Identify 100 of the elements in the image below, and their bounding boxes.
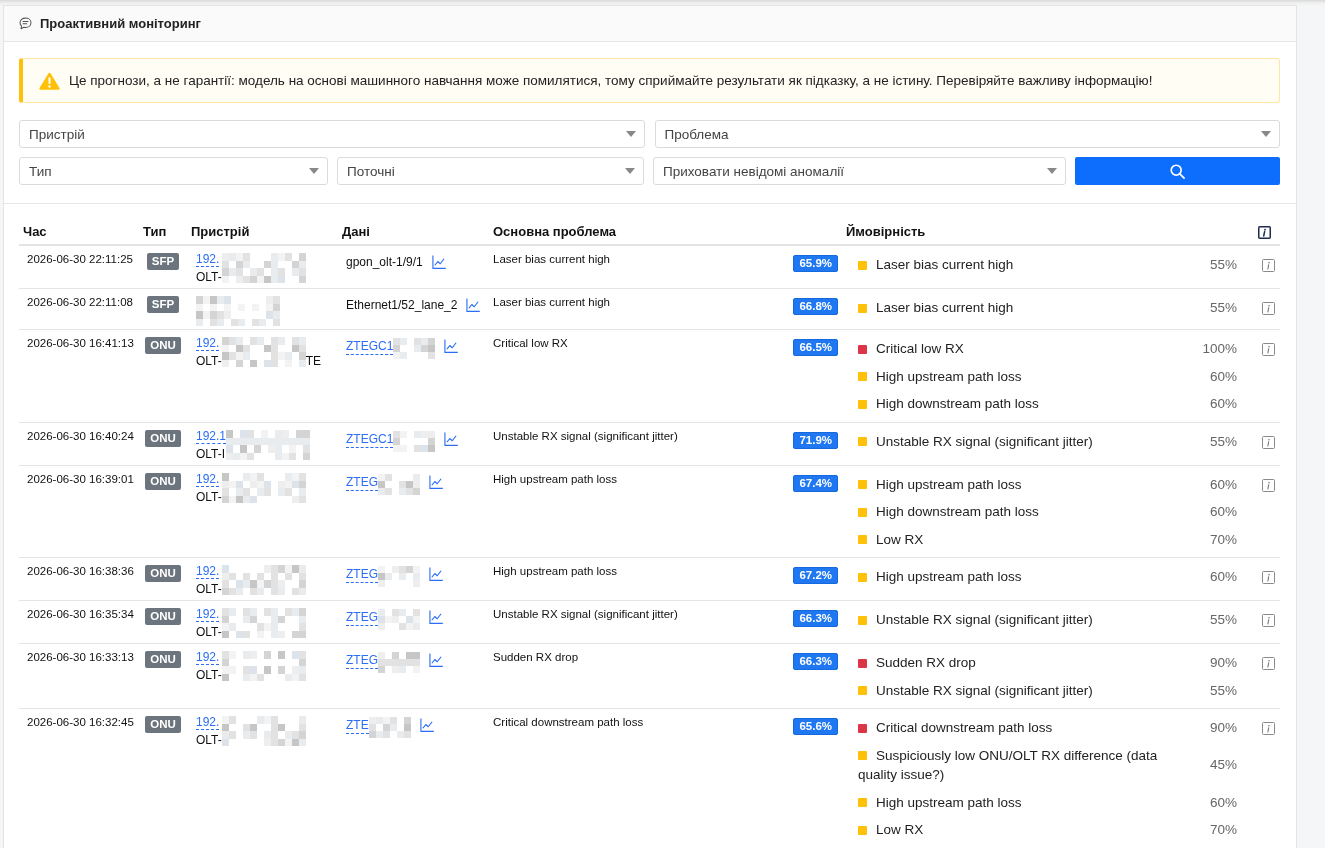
caret-icon xyxy=(625,131,636,137)
problem-text: Critical downstream path loss xyxy=(493,715,644,729)
probability-value: 70% xyxy=(1208,821,1237,839)
probability-value: 60% xyxy=(1208,568,1237,586)
probability-value: 90% xyxy=(1208,654,1237,672)
problem-text: Sudden RX drop xyxy=(493,650,579,664)
device-name: OLT- xyxy=(196,732,222,748)
time-text: 2026-06-30 16:39:01 xyxy=(27,472,134,485)
device-ip-link[interactable]: 192. xyxy=(196,715,220,730)
time-text: 2026-06-30 16:41:13 xyxy=(27,337,134,349)
probability-value: 55% xyxy=(1208,299,1237,317)
probability-value: 60% xyxy=(1208,475,1237,494)
device-name: OLT- xyxy=(196,581,222,597)
device-name: OLT- xyxy=(196,488,222,505)
issue-label: Unstable RX signal (significant jitter) xyxy=(876,433,1093,449)
caret-icon xyxy=(1261,131,1271,137)
probability-value: 60% xyxy=(1208,503,1237,521)
device-ip-link[interactable]: 192. xyxy=(196,607,220,622)
caret-icon xyxy=(1047,168,1057,174)
time-text: 2026-06-30 16:35:34 xyxy=(27,608,134,620)
interface-name: gpon_olt-1/9/1 xyxy=(346,254,423,271)
type-badge: ONU xyxy=(145,337,181,354)
filter-select[interactable]: Поточні xyxy=(337,157,644,185)
issue-label: Laser bias current high xyxy=(876,257,1014,272)
time-text: 2026-06-30 16:38:36 xyxy=(27,565,134,577)
column-header: Основна проблема xyxy=(492,224,618,240)
device-name: TE xyxy=(305,353,322,369)
filter-select[interactable]: Приховати невідомі аномалії xyxy=(653,157,1066,185)
score-badge: 67.4% xyxy=(793,474,838,492)
probability-value: 55% xyxy=(1208,611,1237,629)
device-ip-link[interactable]: 192. xyxy=(196,471,220,487)
issue-label: Unstable RX signal (significant jitter) xyxy=(876,612,1093,627)
score-badge: 66.8% xyxy=(793,298,838,315)
caret-icon xyxy=(625,168,635,174)
time-text: 2026-06-30 22:11:08 xyxy=(27,296,133,308)
line-chart-icon[interactable] xyxy=(444,339,459,353)
device-ip-link[interactable]: 192. xyxy=(196,336,220,351)
issue-label: High upstream path loss xyxy=(876,476,1022,492)
issue-label: Critical downstream path loss xyxy=(876,720,1053,735)
device-name: OLT- xyxy=(196,667,222,683)
device-name: OLT- xyxy=(196,353,222,369)
type-badge: SFP xyxy=(146,253,180,270)
line-chart-icon[interactable] xyxy=(429,474,443,489)
device-ip-link[interactable]: 192. xyxy=(196,650,220,665)
device-ip-link[interactable]: 192. xyxy=(196,564,220,579)
chat-bubble-icon xyxy=(19,17,32,30)
score-badge: 66.3% xyxy=(793,610,838,627)
line-chart-icon[interactable] xyxy=(419,718,434,732)
problem-text: Critical low RX xyxy=(493,336,568,350)
problem-text: High upstream path loss xyxy=(493,471,617,486)
device-name: OLT- xyxy=(196,269,222,285)
issue-label: High downstream path loss xyxy=(876,504,1039,519)
pixelated-block xyxy=(378,652,420,673)
issue-label: Suspiciously low ONU/OLT RX difference (data quality issue?) xyxy=(858,747,1158,782)
line-chart-icon[interactable] xyxy=(429,567,443,581)
probability-value: 60% xyxy=(1208,395,1237,413)
issue-label: Laser bias current high xyxy=(876,300,1014,315)
caret-icon xyxy=(309,168,319,174)
line-chart-icon[interactable] xyxy=(466,298,481,312)
issue-label: Critical low RX xyxy=(876,341,964,356)
filter-select[interactable]: Тип xyxy=(19,157,328,185)
column-header: Час xyxy=(22,224,48,240)
issue-label: High downstream path loss xyxy=(876,396,1039,411)
pixelated-block xyxy=(378,566,420,587)
filter-select[interactable]: Проблема xyxy=(654,120,1280,148)
type-badge: ONU xyxy=(145,608,181,625)
probability-value: 55% xyxy=(1208,432,1237,451)
line-chart-icon[interactable] xyxy=(429,610,443,624)
issue-label: High upstream path loss xyxy=(876,569,1022,584)
issue-label: Unstable RX signal (significant jitter) xyxy=(876,682,1093,698)
pixelated-block xyxy=(378,473,420,495)
type-badge: ONU xyxy=(145,716,181,733)
issue-label: High upstream path loss xyxy=(876,368,1022,384)
probability-value: 60% xyxy=(1208,793,1237,812)
column-header: Тип xyxy=(142,224,168,240)
filter-select[interactable]: Пристрій xyxy=(19,120,645,148)
info-icon[interactable] xyxy=(1258,225,1271,239)
probability-value: 70% xyxy=(1208,530,1237,549)
onu-link[interactable]: ZTE xyxy=(346,717,369,734)
line-chart-icon[interactable] xyxy=(429,653,443,667)
issue-label: High upstream path loss xyxy=(876,794,1022,810)
warning-icon xyxy=(39,71,60,90)
type-badge: SFP xyxy=(146,296,180,313)
column-header: Ймовірність xyxy=(845,224,927,240)
problem-text: Unstable RX signal (significant jitter) xyxy=(493,607,678,621)
time-text: 2026-06-30 22:11:25 xyxy=(27,253,133,265)
line-chart-icon[interactable] xyxy=(444,431,459,446)
time-text: 2026-06-30 16:33:13 xyxy=(27,651,134,663)
line-chart-icon[interactable] xyxy=(431,255,446,269)
score-badge: 66.3% xyxy=(793,653,838,670)
score-badge: 66.5% xyxy=(793,339,838,356)
score-badge: 71.9% xyxy=(793,431,838,449)
probability-value: 60% xyxy=(1208,367,1237,386)
probability-value: 90% xyxy=(1208,719,1237,737)
probability-value: 100% xyxy=(1201,340,1237,358)
interface-name: Ethernet1/52_lane_2 xyxy=(346,297,458,314)
issue-label: Low RX xyxy=(876,822,924,837)
probability-value: 45% xyxy=(1208,756,1237,775)
device-ip-link[interactable]: 192. xyxy=(196,252,220,267)
column-header: Дані xyxy=(341,224,371,240)
